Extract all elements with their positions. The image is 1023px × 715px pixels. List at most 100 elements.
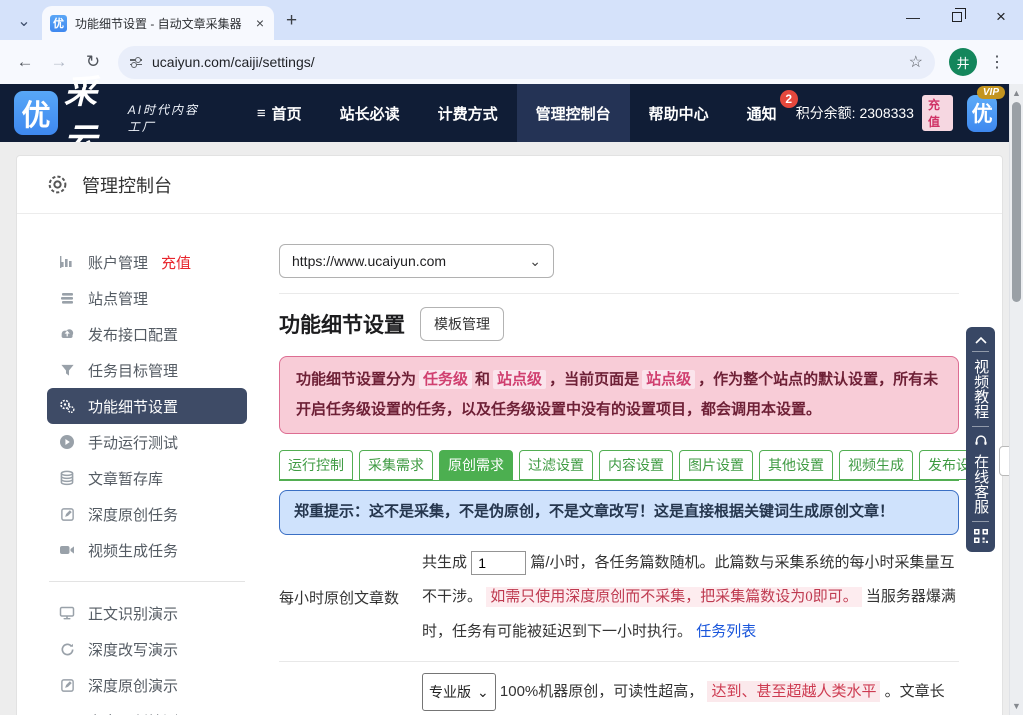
vip-badge: VIP: [976, 85, 1005, 99]
tab-other-settings[interactable]: 其他设置: [759, 450, 833, 480]
sidebar-item-article-store[interactable]: 文章暂存库: [47, 460, 247, 496]
tab-search-chevron-icon[interactable]: ⌄: [10, 7, 38, 35]
tab-original-needs[interactable]: 原创需求: [439, 450, 513, 480]
scroll-up-icon[interactable]: ▲: [1010, 88, 1023, 98]
console-card: 管理控制台 账户管理 充值 站点管理 发布接口配置 任务目标管理 功能细节设置 …: [16, 155, 1009, 715]
site-level-badge: 站点级: [493, 370, 547, 389]
server-icon: [59, 290, 75, 306]
algorithm-select[interactable]: 专业版 ⌄: [422, 673, 496, 712]
alert-text: 功能细节设置分为: [296, 371, 417, 388]
tab-filter-settings[interactable]: 过滤设置: [519, 450, 593, 480]
quick-save-button[interactable]: 快速保存: [999, 446, 1009, 476]
task-level-badge: 任务级: [419, 370, 473, 389]
sidebar-item-deep-original-tasks[interactable]: 深度原创任务: [47, 496, 247, 532]
sidebar-item-feature-settings[interactable]: 功能细节设置: [47, 388, 247, 424]
online-service-link[interactable]: 在线客服: [969, 454, 992, 514]
new-tab-button[interactable]: +: [286, 10, 297, 32]
nav-item-label: 通知: [746, 105, 777, 123]
field-text: 100%机器原创，可读性超高，: [499, 683, 704, 701]
database-icon: [59, 470, 75, 486]
scrollbar-thumb[interactable]: [1012, 102, 1021, 302]
recharge-button[interactable]: 充值: [921, 95, 954, 131]
nav-item-console[interactable]: 管理控制台: [516, 84, 630, 142]
sidebar-item-label: 视频生成任务: [88, 542, 179, 560]
sidebar-item-content-recognition-demo[interactable]: 正文识别演示: [47, 595, 247, 631]
logo-icon[interactable]: 优: [14, 91, 58, 135]
alert-text: 和: [475, 371, 491, 388]
tab-collect-needs[interactable]: 采集需求: [359, 450, 433, 480]
nav-item-home[interactable]: ≡ 首页: [238, 84, 321, 142]
panel-divider: [972, 521, 989, 522]
browser-profile-avatar[interactable]: 井: [949, 48, 977, 76]
tab-title: 功能细节设置 - 自动文章采集器: [75, 16, 242, 31]
back-button[interactable]: ←: [10, 47, 40, 77]
tab-strip: ⌄ 优 功能细节设置 - 自动文章采集器 × + — ×: [0, 0, 1023, 40]
address-bar[interactable]: ucaiyun.com/caiji/settings/ ☆: [118, 45, 935, 79]
sidebar-item-label: 任务目标管理: [88, 362, 179, 380]
funnel-icon: [59, 363, 75, 378]
gear-icon: [47, 174, 68, 195]
sidebar-item-video-tasks[interactable]: 视频生成任务: [47, 532, 247, 568]
page-body: 管理控制台 账户管理 充值 站点管理 发布接口配置 任务目标管理 功能细节设置 …: [0, 142, 1009, 715]
site-settings-icon[interactable]: [130, 57, 142, 68]
nav-item-help[interactable]: 帮助中心: [630, 84, 728, 142]
tab-image-settings[interactable]: 图片设置: [679, 450, 753, 480]
nav-item-label: 管理控制台: [535, 105, 611, 123]
sidebar-recharge-link[interactable]: 充值: [161, 252, 191, 273]
section-title: 功能细节设置: [279, 314, 405, 337]
chevron-up-icon[interactable]: [974, 336, 987, 344]
field-text: 共生成: [422, 553, 468, 571]
video-tutorial-link[interactable]: 视频教程: [969, 359, 992, 419]
monitor-icon: [59, 605, 75, 621]
browser-menu-icon[interactable]: ⋮: [981, 52, 1013, 72]
tab-close-icon[interactable]: ×: [254, 15, 266, 31]
nav-item-notifications[interactable]: 通知 2: [728, 84, 798, 142]
page-scrollbar[interactable]: ▲ ▼: [1009, 84, 1023, 715]
window-controls: — ×: [891, 0, 1023, 34]
user-avatar[interactable]: 优 VIP: [967, 85, 1005, 132]
tab-run-control[interactable]: 运行控制: [279, 450, 353, 480]
alert-text: ，当前页面是: [549, 371, 640, 388]
hourly-count-input[interactable]: [471, 550, 527, 575]
tab-content-settings[interactable]: 内容设置: [599, 450, 673, 480]
sidebar-item-label: 发布接口配置: [88, 326, 179, 344]
bookmark-star-icon[interactable]: ☆: [909, 52, 923, 72]
notice-alert: 郑重提示：这不是采集，不是伪原创，不是文章改写！这是直接根据关键词生成原创文章！: [279, 490, 959, 535]
sidebar-item-task-targets[interactable]: 任务目标管理: [47, 352, 247, 388]
sidebar-item-publish-api[interactable]: 发布接口配置: [47, 316, 247, 352]
sidebar-item-originality-check[interactable]: 文章原创检测: [47, 703, 247, 715]
restore-button[interactable]: [935, 0, 979, 34]
url-text[interactable]: ucaiyun.com/caiji/settings/: [152, 54, 899, 70]
site-favicon: 优: [50, 14, 67, 32]
scroll-down-icon[interactable]: ▼: [1010, 701, 1023, 711]
site-select-dropdown[interactable]: https://www.ucaiyun.com ⌄: [279, 244, 554, 278]
nav-item-label: 站长必读: [339, 105, 400, 123]
field-label: 每小时原创文章数: [279, 589, 400, 607]
qr-code-icon[interactable]: [973, 529, 988, 543]
close-button[interactable]: ×: [979, 0, 1023, 34]
gears-icon: [59, 398, 75, 414]
sidebar-item-deep-rewrite-demo[interactable]: 深度改写演示: [47, 631, 247, 667]
template-manage-button[interactable]: 模板管理: [420, 307, 504, 341]
nav-item-label: 首页: [271, 105, 302, 123]
sidebar: 账户管理 充值 站点管理 发布接口配置 任务目标管理 功能细节设置 手动运行测试…: [47, 244, 247, 715]
nav-item-must-read[interactable]: 站长必读: [321, 84, 419, 142]
browser-tab[interactable]: 优 功能细节设置 - 自动文章采集器 ×: [42, 6, 274, 40]
cloud-upload-icon: [59, 326, 75, 342]
sidebar-item-sites[interactable]: 站点管理: [47, 280, 247, 316]
algorithm-select-value: 专业版: [429, 684, 471, 700]
sidebar-item-deep-original-demo[interactable]: 深度原创演示: [47, 667, 247, 703]
level-alert: 功能细节设置分为 任务级和站点级 ，当前页面是 站点级 ，作为整个站点的默认设置，所有未…: [279, 356, 959, 434]
chevron-down-icon: ⌄: [477, 684, 489, 700]
chevron-down-icon: ⌄: [529, 252, 541, 269]
nav-item-billing[interactable]: 计费方式: [419, 84, 517, 142]
minimize-button[interactable]: —: [891, 0, 935, 34]
card-header: 管理控制台: [17, 156, 1002, 214]
nav-item-label: 帮助中心: [648, 105, 709, 123]
sidebar-item-account[interactable]: 账户管理 充值: [47, 244, 247, 280]
sidebar-item-manual-test[interactable]: 手动运行测试: [47, 424, 247, 460]
task-list-link[interactable]: 任务列表: [696, 623, 756, 640]
video-camera-icon: [59, 542, 75, 558]
logo-tagline: AI时代内容工厂: [127, 103, 200, 134]
tab-video-generation[interactable]: 视频生成: [839, 450, 913, 480]
